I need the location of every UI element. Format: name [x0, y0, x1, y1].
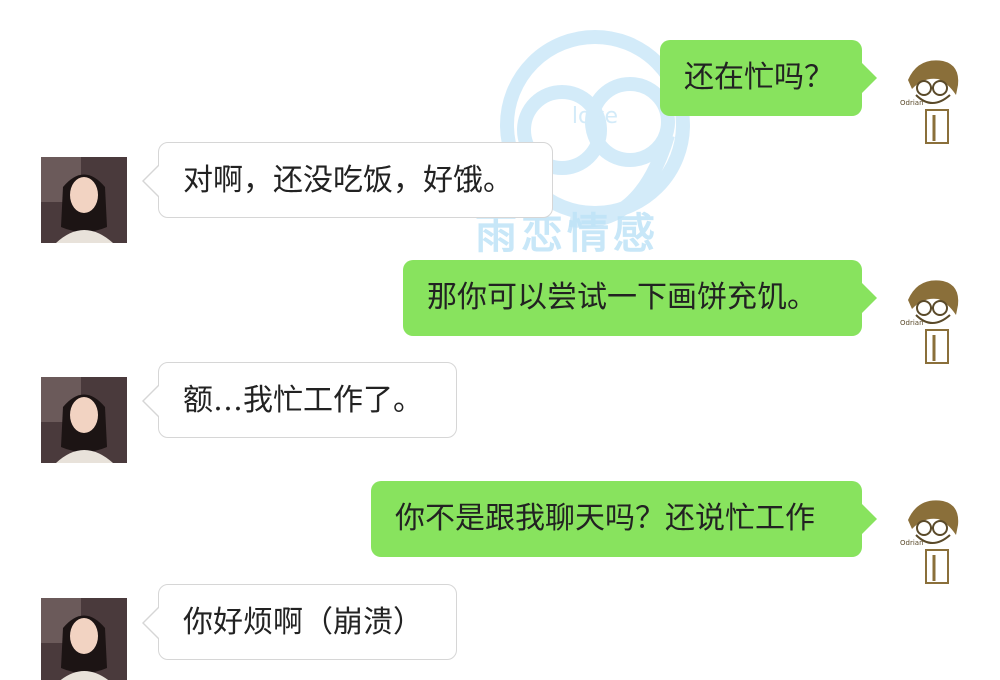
- chat-conversation: love 雨恋情感 还在忙吗？ Odrian 对啊，还没吃饭，好饿。 那你可以尝…: [0, 0, 1000, 680]
- avatar-contact[interactable]: [41, 157, 127, 243]
- woman-photo-avatar-icon: [41, 377, 127, 463]
- message-bubble-sent[interactable]: 那你可以尝试一下画饼充饥。: [403, 260, 862, 336]
- message-bubble-sent[interactable]: 你不是跟我聊天吗？还说忙工作: [371, 481, 862, 557]
- message-bubble-received[interactable]: 你好烦啊（崩溃）: [142, 584, 457, 660]
- avatar-contact[interactable]: [41, 377, 127, 463]
- message-text: 那你可以尝试一下画饼充饥。: [427, 280, 817, 315]
- cartoon-avatar-icon: Odrian: [900, 280, 959, 364]
- woman-photo-avatar-icon: [41, 598, 127, 680]
- message-text: 对啊，还没吃饭，好饿。: [183, 163, 513, 198]
- message-bubble-received[interactable]: 额…我忙工作了。: [142, 362, 457, 438]
- message-bubble-received[interactable]: 对啊，还没吃饭，好饿。: [142, 142, 553, 218]
- avatar-self[interactable]: Odrian: [898, 55, 968, 145]
- bubble-tail: [861, 62, 877, 94]
- avatar-signature: Odrian: [900, 319, 924, 327]
- bubble-tail: [861, 282, 877, 314]
- avatar-signature: Odrian: [900, 539, 924, 547]
- cartoon-avatar-icon: Odrian: [900, 60, 959, 144]
- avatar-signature: Odrian: [900, 99, 924, 107]
- bubble-tail: [861, 503, 877, 535]
- message-text: 额…我忙工作了。: [183, 383, 423, 418]
- message-text: 还在忙吗？: [684, 60, 834, 95]
- watermark-logo-word: love: [572, 104, 618, 129]
- message-bubble-sent[interactable]: 还在忙吗？: [660, 40, 862, 116]
- avatar-self[interactable]: Odrian: [898, 275, 968, 365]
- cartoon-avatar-icon: Odrian: [900, 500, 959, 584]
- woman-photo-avatar-icon: [41, 157, 127, 243]
- avatar-self[interactable]: Odrian: [898, 495, 968, 585]
- avatar-contact[interactable]: [41, 598, 127, 680]
- message-text: 你不是跟我聊天吗？还说忙工作: [395, 501, 815, 536]
- message-text: 你好烦啊（崩溃）: [183, 605, 423, 640]
